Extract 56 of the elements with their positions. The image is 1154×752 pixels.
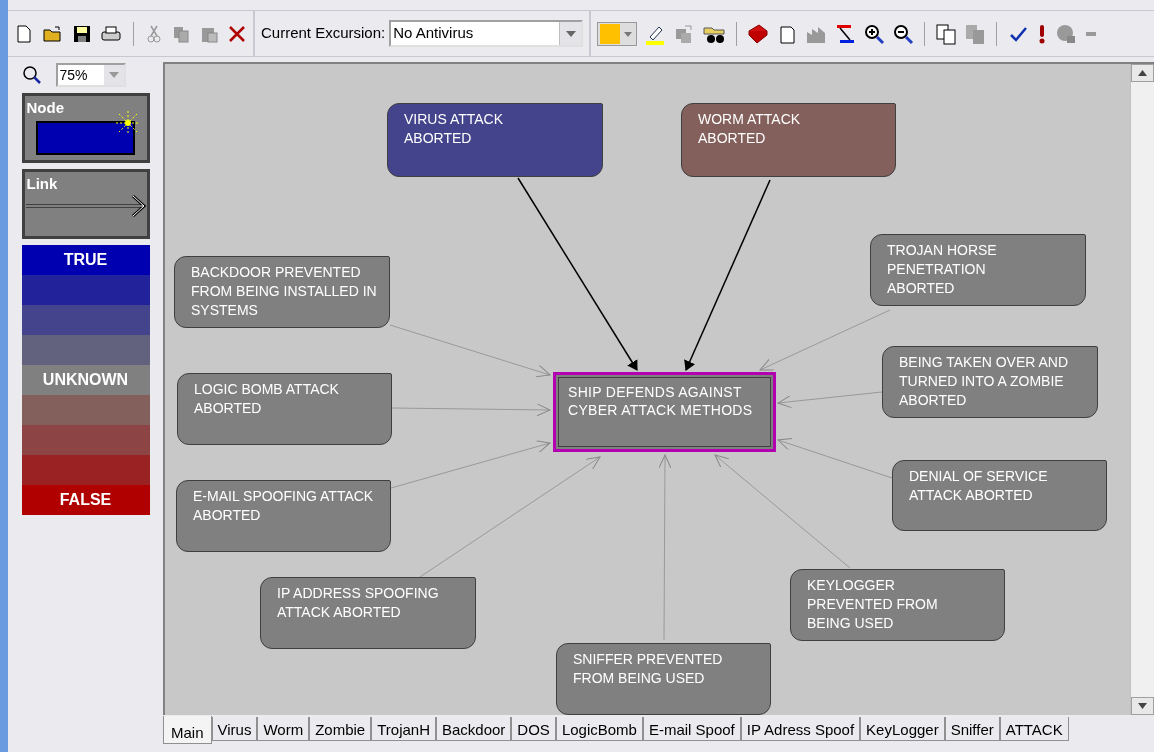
excursion-label: Current Excursion:: [261, 23, 386, 44]
tab[interactable]: E-mail Spoof: [642, 717, 741, 741]
print-icon[interactable]: [100, 23, 122, 44]
diagram-node[interactable]: TROJAN HORSE PENETRATION ABORTED: [870, 234, 1086, 306]
zoom-dropdown[interactable]: 75%: [55, 63, 126, 87]
sparkle-icon: [114, 110, 141, 136]
link-arrow[interactable]: [684, 179, 771, 371]
documents-icon[interactable]: [935, 22, 958, 45]
diagram-node[interactable]: KEYLOGGER PREVENTED FROM BEING USED: [790, 569, 1005, 641]
link-arrow[interactable]: [777, 391, 883, 409]
diagram-node[interactable]: IP ADDRESS SPOOFING ATTACK ABORTED: [260, 577, 476, 649]
search-icon[interactable]: [21, 65, 42, 85]
legend-swatch: TRUE: [21, 245, 150, 275]
tab[interactable]: Worm: [257, 717, 310, 741]
diagram-node[interactable]: LOGIC BOMB ATTACK ABORTED: [177, 373, 392, 445]
tab[interactable]: IP Adress Spoof: [740, 717, 861, 741]
diagram-node[interactable]: SHIP DEFENDS AGAINST CYBER ATTACK METHODS: [553, 372, 776, 452]
cut-icon[interactable]: [145, 23, 163, 44]
tab[interactable]: Main: [163, 716, 212, 744]
delete-icon[interactable]: [227, 23, 247, 44]
node-tool[interactable]: Node: [21, 93, 150, 163]
color-picker[interactable]: [597, 21, 638, 46]
tab[interactable]: Zombie: [309, 717, 372, 741]
tab[interactable]: LogicBomb: [555, 717, 643, 741]
tab[interactable]: ATTACK: [999, 717, 1069, 741]
open-folder-icon[interactable]: [42, 23, 64, 44]
save-icon[interactable]: [72, 23, 92, 44]
diagram-node[interactable]: BEING TAKEN OVER AND TURNED INTO A ZOMBIE ABORTED: [882, 346, 1098, 418]
link-arrow[interactable]: [517, 177, 638, 371]
dropdown-arrow-icon[interactable]: [108, 72, 119, 78]
legend-swatch: UNKNOWN: [21, 365, 150, 395]
zoom-out-icon[interactable]: [892, 22, 915, 45]
new-file-icon[interactable]: [14, 23, 34, 44]
scroll-up-icon[interactable]: [1138, 70, 1147, 76]
scroll-down-icon[interactable]: [1138, 703, 1147, 709]
dropdown-arrow-icon[interactable]: [565, 30, 576, 37]
diagram-node[interactable]: VIRUS ATTACK ABORTED: [387, 103, 603, 177]
link-arrow[interactable]: [759, 309, 891, 371]
zoom-in-icon[interactable]: [863, 22, 886, 45]
tab[interactable]: KeyLogger: [860, 717, 945, 741]
tab[interactable]: Virus: [211, 717, 258, 741]
tab[interactable]: DOS: [511, 717, 556, 741]
tab[interactable]: TrojanH: [371, 717, 436, 741]
sigma-icon[interactable]: [834, 22, 857, 45]
tab[interactable]: Sniffer: [944, 717, 1000, 741]
link-arrow[interactable]: [391, 403, 551, 417]
diagram-node[interactable]: BACKDOOR PREVENTED FROM BEING INSTALLED IN SYSTEMS: [174, 256, 390, 328]
diagram-node[interactable]: SNIFFER PREVENTED FROM BEING USED: [556, 643, 771, 715]
diagram-node[interactable]: WORM ATTACK ABORTED: [681, 103, 896, 177]
legend-swatch: FALSE: [21, 485, 150, 515]
arrow-icon: [24, 194, 147, 218]
diagram-node[interactable]: E-MAIL SPOOFING ATTACK ABORTED: [176, 480, 391, 552]
excursion-dropdown[interactable]: No Antivirus: [389, 20, 584, 47]
link-tool[interactable]: Link: [21, 169, 150, 239]
diagram-node[interactable]: DENIAL OF SERVICE ATTACK ABORTED: [892, 460, 1107, 531]
tab[interactable]: Backdoor: [436, 717, 512, 741]
